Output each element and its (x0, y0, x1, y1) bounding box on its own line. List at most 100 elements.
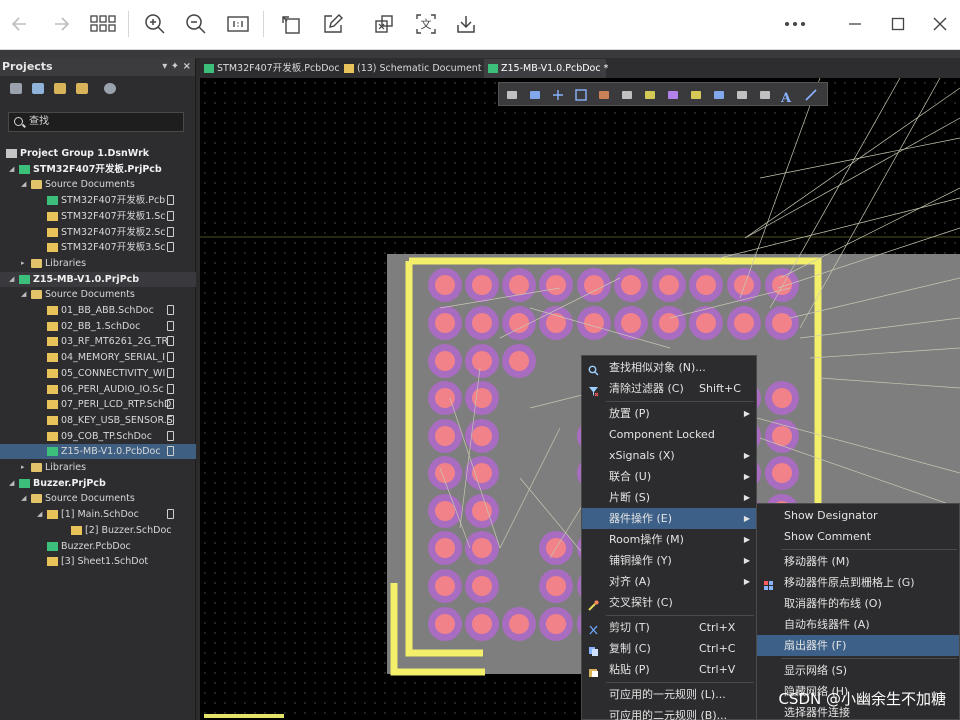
tree-item[interactable]: ◢ STM32F407开发板.PrjPcb (0, 162, 196, 177)
context-menu-item[interactable]: 对齐 (A) ▶ (582, 571, 756, 592)
submenu-item[interactable]: 显示网络 (S) (757, 660, 959, 681)
tree-item[interactable]: STM32F407开发板3.Sc (0, 240, 196, 255)
context-menu-item[interactable]: 联合 (U) ▶ (582, 466, 756, 487)
submenu-item[interactable]: Show Designator (757, 505, 959, 526)
length-tune-icon[interactable] (666, 87, 680, 101)
context-menu-item[interactable]: 可应用的二元规则 (B)... (582, 705, 756, 720)
tree-item[interactable]: Z15-MB-V1.0.PcbDoc (0, 444, 196, 460)
grid-view-icon[interactable] (88, 9, 118, 39)
rotate-icon[interactable] (276, 9, 306, 39)
tree-item[interactable]: 08_KEY_USB_SENSOR.S (0, 413, 196, 428)
line-icon[interactable] (804, 87, 818, 101)
submenu-item[interactable]: Show Comment (757, 526, 959, 547)
save-icon[interactable] (451, 9, 481, 39)
tree-item[interactable]: ◢ Buzzer.PrjPcb (0, 476, 196, 491)
more-icon[interactable] (780, 9, 810, 39)
rect-select-icon[interactable] (574, 87, 588, 101)
submenu-item[interactable]: 取消器件的布线 (O) (757, 593, 959, 614)
context-menu-item[interactable]: 片断 (S) ▶ (582, 487, 756, 508)
graph-icon[interactable] (758, 87, 772, 101)
minimize-icon[interactable] (840, 9, 870, 39)
rect-fill-icon[interactable] (735, 87, 749, 101)
context-menu-item[interactable]: 清除过滤器 (C) Shift+C (582, 378, 756, 399)
tree-item[interactable]: 04_MEMORY_SERIAL_I (0, 350, 196, 365)
document-tab[interactable]: (13) Schematic Document ▾ (340, 59, 489, 78)
search-input[interactable]: 查找 (8, 112, 184, 132)
context-menu-item[interactable]: 可应用的一元规则 (L)... (582, 684, 756, 705)
context-menu-item[interactable]: xSignals (X) ▶ (582, 445, 756, 466)
region-icon[interactable] (712, 87, 726, 101)
expand-arrow-icon[interactable]: ▸ (21, 460, 25, 475)
edit-icon[interactable] (318, 9, 348, 39)
tree-item[interactable]: STM32F407开发板2.Sc (0, 225, 196, 240)
horizontal-scroll-indicator[interactable] (204, 714, 284, 718)
translate-icon[interactable]: 文 (411, 9, 441, 39)
collapse-arrow-icon[interactable]: ◢ (9, 476, 14, 491)
collapse-arrow-icon[interactable]: ◢ (21, 177, 26, 192)
submenu-item[interactable]: 自动布线器件 (A) (757, 614, 959, 635)
pad-icon[interactable] (689, 87, 703, 101)
tree-item[interactable]: Project Group 1.DsnWrk (0, 146, 196, 161)
forward-arrow-icon[interactable] (46, 9, 76, 39)
crop-icon[interactable] (369, 9, 399, 39)
filter-icon[interactable] (505, 87, 519, 101)
tree-item[interactable]: STM32F407开发板1.Sc (0, 209, 196, 224)
close-icon[interactable] (925, 9, 955, 39)
submenu-item[interactable]: 移动器件 (M) (757, 551, 959, 572)
tree-item[interactable]: 05_CONNECTIVITY_WI (0, 366, 196, 381)
context-menu-item[interactable]: 复制 (C) Ctrl+C (582, 638, 756, 659)
bar-chart-icon[interactable] (597, 87, 611, 101)
collapse-arrow-icon[interactable]: ◢ (9, 162, 14, 177)
tree-item[interactable]: 09_COB_TP.SchDoc (0, 429, 196, 444)
document-tab[interactable]: STM32F407开发板.PcbDoc (200, 59, 340, 78)
context-menu-item[interactable]: 粘贴 (P) Ctrl+V (582, 659, 756, 680)
tree-item[interactable]: Buzzer.PcbDoc (0, 539, 196, 554)
context-menu-item[interactable]: 铺铜操作 (Y) ▶ (582, 550, 756, 571)
tree-item[interactable]: ▸ Libraries (0, 256, 196, 271)
panel-controls[interactable]: ▾ ✦ × (162, 58, 191, 76)
tree-item[interactable]: 02_BB_1.SchDoc (0, 319, 196, 334)
tree-item[interactable]: 01_BB_ABB.SchDoc (0, 303, 196, 318)
component-icon[interactable] (620, 87, 634, 101)
interactive-route-icon[interactable] (643, 87, 657, 101)
tree-item[interactable]: 03_RF_MT6261_2G_TR (0, 334, 196, 349)
tree-item[interactable]: STM32F407开发板.Pcb (0, 193, 196, 208)
collapse-arrow-icon[interactable]: ◢ (21, 491, 26, 506)
tree-item[interactable]: ◢ Source Documents (0, 177, 196, 192)
collapse-arrow-icon[interactable]: ◢ (9, 272, 14, 287)
add-folder-icon[interactable] (76, 83, 88, 94)
context-menu-item[interactable]: 剪切 (T) Ctrl+X (582, 617, 756, 638)
zoom-in-icon[interactable] (140, 9, 170, 39)
tree-item[interactable]: ◢ [1] Main.SchDoc (0, 507, 196, 522)
context-menu-item[interactable]: 放置 (P) ▶ (582, 403, 756, 424)
route-icon[interactable] (528, 87, 542, 101)
context-menu-item[interactable]: 查找相似对象 (N)... (582, 357, 756, 378)
tree-item[interactable]: ◢ Source Documents (0, 491, 196, 506)
open-folder-icon[interactable] (54, 83, 66, 94)
settings-gear-icon[interactable] (104, 83, 116, 94)
tree-item[interactable]: 06_PERI_AUDIO_IO.Sc (0, 382, 196, 397)
zoom-out-icon[interactable] (181, 9, 211, 39)
plus-icon[interactable] (551, 87, 565, 101)
save-project-icon[interactable] (10, 83, 22, 94)
context-menu-item[interactable]: Component Locked (582, 424, 756, 445)
document-tab[interactable]: Z15-MB-V1.0.PcbDoc * (484, 59, 608, 78)
tree-item[interactable]: [3] Sheet1.SchDot (0, 554, 196, 569)
tree-item[interactable]: [2] Buzzer.SchDoc (0, 523, 196, 538)
submenu-item[interactable]: 移动器件原点到栅格上 (G) (757, 572, 959, 593)
submenu-item[interactable]: 扇出器件 (F) (757, 635, 959, 656)
tree-item[interactable]: 07_PERI_LCD_RTP.SchD (0, 397, 196, 412)
collapse-arrow-icon[interactable]: ◢ (21, 287, 26, 302)
context-menu-item[interactable]: 器件操作 (E) ▶ (582, 508, 756, 529)
tree-item[interactable]: ▸ Libraries (0, 460, 196, 475)
actual-size-icon[interactable] (223, 9, 253, 39)
context-menu-item[interactable]: Room操作 (M) ▶ (582, 529, 756, 550)
context-menu-item[interactable]: 交叉探针 (C) (582, 592, 756, 613)
open-project-icon[interactable] (32, 83, 44, 94)
tree-item[interactable]: ◢ Z15-MB-V1.0.PrjPcb (0, 271, 196, 287)
expand-arrow-icon[interactable]: ▸ (21, 256, 25, 271)
maximize-icon[interactable] (883, 9, 913, 39)
collapse-arrow-icon[interactable]: ◢ (37, 507, 42, 522)
back-arrow-icon[interactable] (5, 9, 35, 39)
tree-item[interactable]: ◢ Source Documents (0, 287, 196, 302)
